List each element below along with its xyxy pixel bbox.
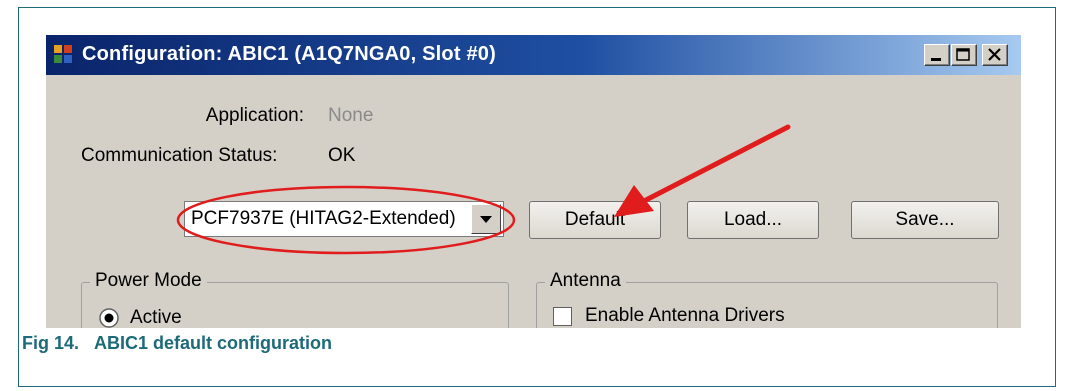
configuration-window: Configuration: ABIC1 (A1Q7NGA0, Slot #0)… [46, 35, 1021, 328]
highlight-ellipse [176, 185, 516, 255]
pointer-arrow-shaft [643, 124, 791, 203]
annotation-overlay [176, 124, 791, 255]
figure-caption: Fig 14. ABIC1 default configuration [22, 333, 333, 353]
